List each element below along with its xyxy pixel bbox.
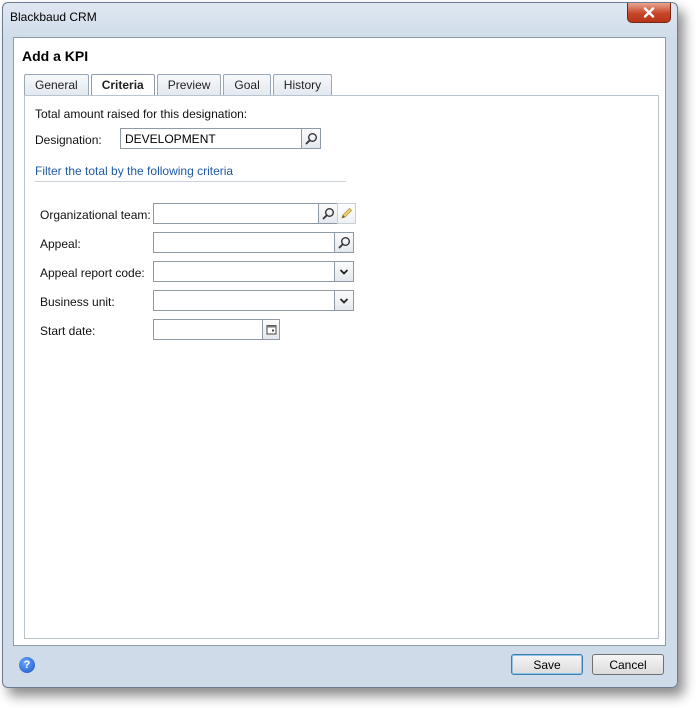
save-button[interactable]: Save bbox=[511, 654, 583, 675]
calendar-icon bbox=[266, 325, 276, 335]
filter-criteria-heading: Filter the total by the following criter… bbox=[35, 164, 234, 178]
start-date-label: Start date: bbox=[40, 324, 96, 338]
tab-history[interactable]: History bbox=[272, 74, 333, 96]
designation-search-button[interactable] bbox=[302, 128, 321, 149]
business-unit-dropdown-button[interactable] bbox=[335, 290, 354, 311]
window-titlebar[interactable]: Blackbaud CRM bbox=[3, 3, 677, 33]
cancel-button[interactable]: Cancel bbox=[592, 654, 664, 675]
start-date-calendar-button[interactable] bbox=[263, 319, 280, 340]
tab-criteria[interactable]: Criteria bbox=[90, 74, 155, 97]
designation-label: Designation: bbox=[35, 133, 102, 147]
close-icon bbox=[643, 7, 655, 18]
pencil-icon bbox=[341, 207, 353, 219]
tab-preview[interactable]: Preview bbox=[156, 74, 222, 96]
appeal-report-code-dropdown-button[interactable] bbox=[335, 261, 354, 282]
designation-field[interactable]: DEVELOPMENT bbox=[120, 128, 302, 149]
appeal-search-button[interactable] bbox=[335, 232, 354, 253]
dialog-title: Add a KPI bbox=[22, 48, 89, 64]
business-unit-label: Business unit: bbox=[40, 295, 115, 309]
chevron-down-icon bbox=[339, 297, 349, 304]
org-team-label: Organizational team: bbox=[40, 208, 151, 222]
search-icon bbox=[322, 208, 334, 220]
window-title: Blackbaud CRM bbox=[10, 10, 97, 24]
business-unit-select[interactable] bbox=[153, 290, 335, 311]
search-icon bbox=[305, 133, 317, 145]
appeal-field[interactable] bbox=[153, 232, 335, 253]
appeal-label: Appeal: bbox=[40, 237, 81, 251]
criteria-panel: Total amount raised for this designation… bbox=[24, 95, 659, 639]
org-team-field[interactable] bbox=[153, 203, 319, 224]
org-team-search-button[interactable] bbox=[319, 203, 338, 224]
add-kpi-dialog: Add a KPI General Criteria Preview Goal … bbox=[13, 37, 666, 646]
designation-intro: Total amount raised for this designation… bbox=[35, 107, 248, 121]
chevron-down-icon bbox=[339, 268, 349, 275]
tab-strip: General Criteria Preview Goal History bbox=[24, 74, 333, 97]
tab-goal[interactable]: Goal bbox=[223, 74, 271, 96]
dialog-window: Blackbaud CRM Add a KPI General Criteria… bbox=[2, 2, 678, 688]
appeal-report-code-select[interactable] bbox=[153, 261, 335, 282]
close-button[interactable] bbox=[627, 3, 671, 23]
appeal-report-code-label: Appeal report code: bbox=[40, 266, 145, 280]
search-icon bbox=[338, 237, 350, 249]
start-date-field[interactable] bbox=[153, 319, 263, 340]
section-divider bbox=[35, 181, 346, 182]
org-team-edit-button[interactable] bbox=[337, 203, 356, 224]
tab-general[interactable]: General bbox=[24, 74, 89, 96]
help-icon[interactable]: ? bbox=[19, 657, 35, 673]
